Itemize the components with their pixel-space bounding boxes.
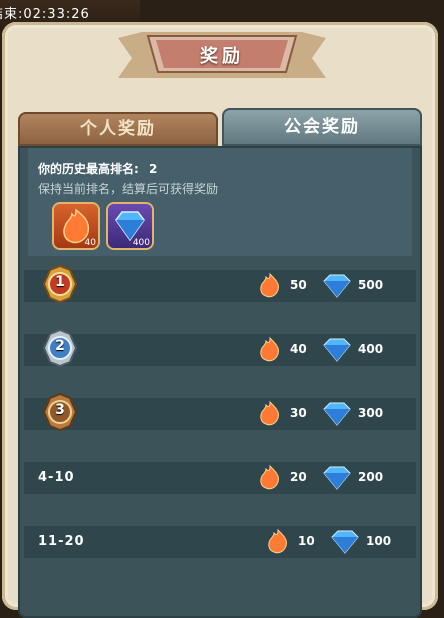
rank-row-3: 3 30 300 [24, 392, 416, 432]
diamond-icon [323, 338, 351, 362]
rank-row-4-10: 4-10 20 200 [24, 462, 416, 494]
gem-amount: 100 [366, 534, 392, 548]
current-reward-gem-qty: 400 [132, 238, 150, 248]
tab-guild-rewards[interactable]: 公会奖励 [222, 108, 422, 146]
tab-personal-rewards[interactable]: 个人奖励 [18, 112, 218, 146]
history-info: 你的历史最高排名: 2 保持当前排名，结算后可获得奖励 40 400 [28, 148, 412, 256]
rank-row-2: 2 40 400 [24, 328, 416, 368]
hint-text: 保持当前排名，结算后可获得奖励 [38, 182, 219, 196]
history-value: 2 [149, 162, 158, 176]
current-reward-fire[interactable]: 40 [54, 204, 98, 248]
gem-amount: 400 [358, 342, 384, 356]
rank-row-1: 1 50 500 [24, 264, 416, 304]
fire-crystal-icon [260, 400, 279, 426]
fire-crystal-icon [268, 528, 287, 554]
gem-amount: 500 [358, 278, 384, 292]
fire-amount: 30 [290, 406, 307, 420]
bronze-medal-icon: 3 [38, 390, 82, 434]
fire-amount: 10 [298, 534, 315, 548]
diamond-icon [323, 402, 351, 426]
rank-row-11-20: 11-20 10 100 [24, 526, 416, 558]
rank-number: 3 [55, 402, 65, 418]
current-reward-gem[interactable]: 400 [108, 204, 152, 248]
rank-number: 1 [55, 274, 65, 290]
rank-range-label: 4-10 [38, 470, 75, 485]
diamond-icon [323, 274, 351, 298]
rewards-panel: 奖励 个人奖励 公会奖励 你的历史最高排名: 2 保持当前排名，结算后可获得奖励… [2, 22, 438, 618]
fire-amount: 40 [290, 342, 307, 356]
gem-amount: 200 [358, 470, 384, 484]
diamond-icon [331, 530, 359, 554]
fire-amount: 50 [290, 278, 307, 292]
diamond-icon [323, 466, 351, 490]
history-rank: 你的历史最高排名: 2 [38, 160, 157, 177]
rewards-content: 你的历史最高排名: 2 保持当前排名，结算后可获得奖励 40 400 1 50 … [18, 146, 422, 618]
fire-crystal-icon [260, 464, 279, 490]
rank-range-label: 11-20 [38, 534, 85, 549]
gem-amount: 300 [358, 406, 384, 420]
silver-medal-icon: 2 [38, 326, 82, 370]
rank-number: 2 [55, 338, 65, 354]
fire-amount: 20 [290, 470, 307, 484]
page-title: 奖励 [200, 46, 244, 67]
fire-crystal-icon [260, 336, 279, 362]
title-banner: 奖励 [112, 28, 332, 84]
history-label: 你的历史最高排名: [38, 162, 139, 176]
current-reward-fire-qty: 40 [84, 238, 96, 248]
gold-medal-icon: 1 [38, 262, 82, 306]
fire-crystal-icon [260, 272, 279, 298]
